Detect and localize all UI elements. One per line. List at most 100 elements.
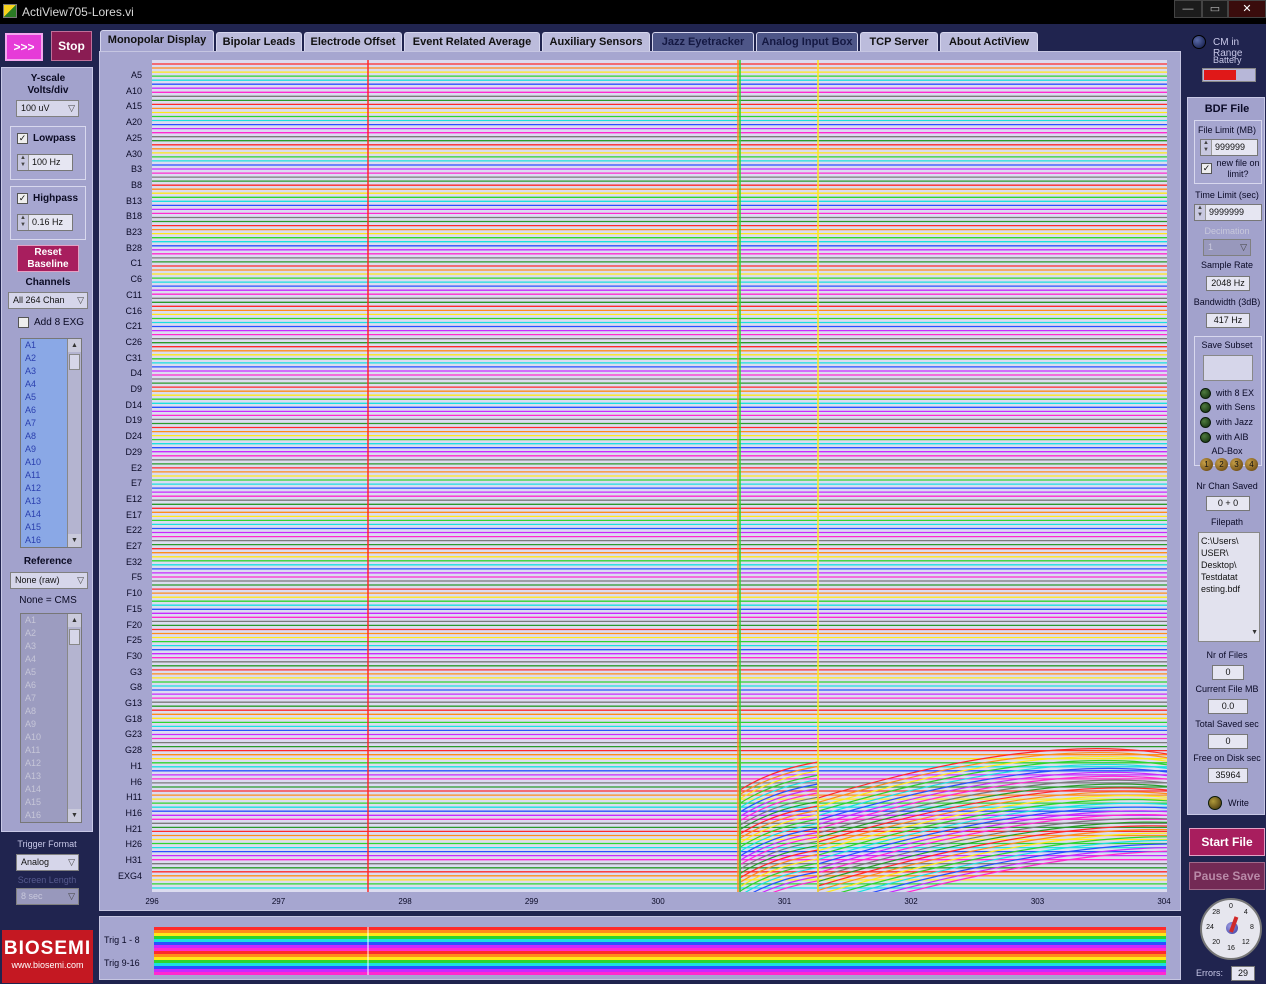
minimize-button[interactable]: — [1174, 0, 1202, 18]
channel-listbox[interactable]: A1 A2 A3 A4 A5 A6 A7 A8 A9 A10 A11 A12 A13 A14 A15 A16 … [20, 338, 82, 548]
tab-bipolar-leads[interactable]: Bipolar Leads [216, 32, 302, 52]
lowpass-input[interactable]: ▲ ▼ 100 Hz [17, 154, 73, 171]
filepath-line: Testdatat [1201, 572, 1238, 582]
screen-length-label: Screen Length [17, 875, 77, 885]
save-subset-box[interactable] [1203, 355, 1253, 381]
new-file-label: new file on limit? [1216, 158, 1260, 179]
scroll-up-icon[interactable]: ▲ [68, 339, 81, 352]
tab-tcp-server[interactable]: TCP Server [860, 32, 938, 52]
maximize-button[interactable]: ▭ [1202, 0, 1228, 18]
channel-label: G18 [124, 713, 142, 724]
run-button[interactable]: >>> [5, 33, 43, 61]
screen-length-dropdown[interactable]: 8 sec ▽ [16, 888, 79, 905]
time-limit-label: Time Limit (sec) [1195, 190, 1259, 200]
trigger-trace [154, 969, 1166, 972]
channel-label: B28 [125, 242, 142, 253]
sample-rate-label: Sample Rate [1200, 260, 1254, 270]
artifact-trace [739, 829, 1167, 892]
scroll-down-icon[interactable]: ▼ [68, 809, 81, 822]
bdf-file-panel: BDF File File Limit (MB) ▲ ▼ 999999 ✓ new… [1187, 97, 1265, 815]
chevron-down-icon: ▽ [77, 575, 84, 585]
tab-analog-input-box[interactable]: Analog Input Box [756, 32, 858, 52]
trigger-trace [154, 927, 1166, 930]
errors-label: Errors: [1196, 968, 1223, 978]
trigger-format-dropdown[interactable]: Analog ▽ [16, 854, 79, 871]
channel-label: G28 [124, 745, 142, 756]
add-exg-checkbox[interactable] [18, 317, 29, 328]
yscale-label: Y-scale [30, 73, 66, 84]
time-tick-label: 303 [1030, 897, 1045, 906]
trigger-trace [154, 930, 1166, 933]
channel-list-scrollbar[interactable]: ▲ ▼ [67, 339, 81, 547]
channel-label: D19 [125, 415, 142, 426]
scroll-thumb[interactable] [69, 629, 80, 645]
lowpass-checkbox[interactable]: ✓ [17, 133, 28, 144]
adbox-label: AD-Box [1211, 446, 1243, 456]
spinner-icon[interactable]: ▲ ▼ [1195, 205, 1206, 220]
tab-event-related-average[interactable]: Event Related Average [404, 32, 540, 52]
reference-dropdown[interactable]: None (raw) ▽ [10, 572, 88, 589]
decimation-label: Decimation [1204, 226, 1250, 236]
scroll-thumb[interactable] [69, 354, 80, 370]
gauge-tick: 20 [1212, 938, 1221, 946]
channel-label: D14 [125, 399, 142, 410]
left-control-panel: Y-scale Volts/div 100 uV ▽ ✓ Lowpass ▲ ▼ … [1, 67, 93, 832]
channel-label: A25 [125, 132, 142, 143]
decimation-dropdown[interactable]: 1 ▽ [1203, 239, 1251, 256]
yscale-dropdown[interactable]: 100 uV ▽ [16, 100, 79, 117]
adbox-button[interactable]: 4 [1245, 458, 1258, 471]
channel-label: F25 [126, 635, 142, 646]
led-icon [1200, 432, 1211, 443]
stop-button[interactable]: Stop [51, 31, 92, 61]
spinner-icon[interactable]: ▲ ▼ [18, 155, 29, 170]
adbox-button[interactable]: 3 [1230, 458, 1243, 471]
scroll-down-icon[interactable]: ▼ [1251, 627, 1258, 639]
highpass-input[interactable]: ▲ ▼ 0.16 Hz [17, 214, 73, 231]
channel-label: EXG4 [117, 870, 142, 881]
highpass-checkbox[interactable]: ✓ [17, 193, 28, 204]
channels-dropdown[interactable]: All 264 Chan ▽ [8, 292, 88, 309]
channel-label: C11 [126, 289, 142, 300]
reset-baseline-button[interactable]: Reset Baseline [17, 245, 79, 272]
reference-listbox[interactable]: A1 A2 A3 A4 A5 A6 A7 A8 A9 A10 A11 A12 A13 A14 A15 A16 … [20, 613, 82, 823]
channel-label: H1 [130, 760, 142, 771]
channel-label: G23 [124, 729, 142, 740]
logo-text: BIOSEMI [3, 938, 92, 959]
trig-label-1-8: Trig 1 - 8 [104, 935, 140, 945]
tab-monopolar-display[interactable]: Monopolar Display [100, 30, 214, 52]
close-button[interactable]: ✕ [1228, 0, 1266, 18]
free-disk-label: Free on Disk sec [1193, 753, 1261, 763]
tab-about-actiview[interactable]: About ActiView [940, 32, 1038, 52]
start-file-button[interactable]: Start File [1189, 828, 1265, 856]
time-limit-input[interactable]: ▲ ▼ 9999999 [1194, 204, 1262, 221]
scroll-down-icon[interactable]: ▼ [68, 534, 81, 547]
channel-label: D29 [125, 446, 142, 457]
pause-save-button[interactable]: Pause Save [1189, 862, 1265, 890]
write-label: Write [1228, 798, 1249, 808]
adbox-button[interactable]: 1 [1200, 458, 1213, 471]
reference-list-scrollbar[interactable]: ▲ ▼ [67, 614, 81, 822]
sample-rate-value: 2048 Hz [1206, 276, 1250, 291]
tab-jazz-eyetracker[interactable]: Jazz Eyetracker [652, 32, 754, 52]
filepath-field[interactable]: C:\Users\ USER\ Desktop\ Testdatat esting.bd… [1198, 532, 1260, 642]
file-limit-input[interactable]: ▲ ▼ 999999 [1200, 139, 1258, 156]
scroll-up-icon[interactable]: ▲ [68, 614, 81, 627]
tab-electrode-offset[interactable]: Electrode Offset [304, 32, 402, 52]
gauge-tick: 8 [1250, 924, 1254, 931]
channel-label: A20 [125, 117, 142, 128]
trigger-trace [154, 957, 1166, 960]
bdf-title: BDF File [1204, 103, 1250, 115]
spinner-icon[interactable]: ▲ ▼ [1201, 140, 1212, 155]
trigger-trace [154, 933, 1166, 936]
title-bar: ActiView705-Lores.vi — ▭ ✕ [0, 0, 1266, 24]
nr-files-value: 0 [1212, 665, 1244, 680]
new-file-checkbox[interactable]: ✓ [1201, 163, 1212, 174]
channel-label: E22 [125, 525, 142, 536]
channel-label: E7 [130, 478, 142, 489]
spinner-icon[interactable]: ▲ ▼ [18, 215, 29, 230]
tab-auxiliary-sensors[interactable]: Auxiliary Sensors [542, 32, 650, 52]
time-tick-label: 300 [651, 897, 665, 906]
highpass-label: Highpass [33, 193, 79, 204]
trigger-trace [154, 939, 1166, 942]
adbox-button[interactable]: 2 [1215, 458, 1228, 471]
